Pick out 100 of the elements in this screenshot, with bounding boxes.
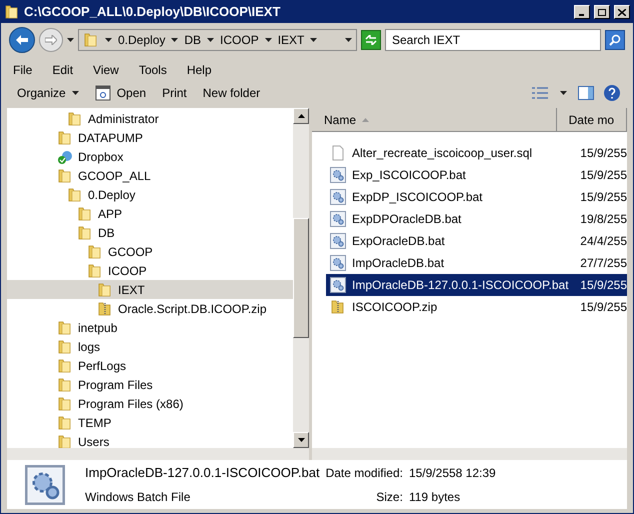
refresh-arrows-icon	[365, 35, 377, 45]
file-row[interactable]: ISCOICOOP.zip 15/9/255	[326, 296, 627, 318]
minimize-button[interactable]	[574, 5, 590, 19]
down-arrow-icon	[298, 438, 304, 442]
column-header[interactable]: Name	[312, 108, 557, 132]
right-arrow-icon	[45, 35, 57, 45]
horizontal-scrollbar[interactable]	[312, 448, 627, 460]
folder-icon	[57, 376, 73, 392]
file-date: 15/9/255	[580, 189, 627, 206]
tree-item[interactable]: Administrator	[7, 109, 293, 128]
gears-icon	[330, 277, 346, 293]
file-name: ExpDPOracleDB.bat	[352, 211, 462, 228]
tree-item[interactable]: 0.Deploy	[7, 185, 293, 204]
tree-item[interactable]: Program Files (x86)	[7, 394, 293, 413]
folder-icon	[97, 282, 113, 298]
column-header[interactable]: Date mo	[556, 108, 627, 132]
tree-item[interactable]: DB	[7, 223, 293, 242]
folder-icon	[4, 4, 20, 20]
tree-item[interactable]: Users	[7, 432, 293, 448]
tree-item[interactable]: PerfLogs	[7, 356, 293, 375]
file-date: 27/7/255	[580, 255, 627, 272]
tree-item[interactable]: Dropbox	[7, 147, 293, 166]
tree-item[interactable]: Program Files	[7, 375, 293, 394]
tree-item[interactable]: TEMP	[7, 413, 293, 432]
date-label: Date modified:	[326, 464, 403, 482]
folder-icon	[77, 206, 93, 222]
tree-item[interactable]: GCOOP	[7, 242, 293, 261]
menu-item[interactable]: View	[93, 61, 119, 79]
folder-icon	[57, 414, 73, 430]
search-field[interactable]: Search IEXT	[385, 29, 601, 51]
folder-icon	[57, 320, 73, 336]
file-row[interactable]: ExpDPOracleDB.bat 19/8/255	[326, 208, 627, 230]
file-row[interactable]: ExpDP_ISCOICOOP.bat 15/9/255	[326, 186, 627, 208]
file-row[interactable]: ImpOracleDB.bat 27/7/255	[326, 252, 627, 274]
vertical-scrollbar[interactable]	[293, 108, 309, 448]
size-value: 119 bytes	[408, 489, 462, 506]
window-icon	[94, 85, 111, 101]
close-button[interactable]	[614, 5, 630, 19]
help-button[interactable]	[601, 82, 623, 104]
tree-item[interactable]: IEXT	[7, 280, 293, 299]
menu-item[interactable]: File	[13, 61, 32, 79]
file-date: 15/9/255	[580, 167, 627, 184]
tree-item[interactable]: inetpub	[7, 318, 293, 337]
tree-item[interactable]: DATAPUMP	[7, 128, 293, 147]
toolbar-button[interactable]: New folder	[196, 82, 266, 104]
file-date: 15/9/255	[580, 145, 627, 162]
scroll-up-button[interactable]	[293, 108, 309, 124]
maximize-icon	[598, 8, 606, 16]
folder-icon	[57, 396, 73, 412]
tree-item[interactable]: GCOOP_ALL	[7, 166, 293, 185]
tree-item[interactable]: Oracle.Script.DB.ICOOP.zip	[7, 299, 293, 318]
scroll-down-button[interactable]	[293, 432, 309, 448]
folder-icon	[57, 434, 73, 448]
file-row[interactable]: Alter_recreate_iscoicoop_user.sql 15/9/255	[326, 142, 627, 164]
address-bar[interactable]: 0.Deploy DB ICOOP IEXT	[78, 29, 357, 51]
horizontal-scrollbar[interactable]	[7, 448, 309, 460]
toolbar-button[interactable]: Open	[88, 82, 152, 104]
caret-icon	[560, 91, 567, 95]
window-title: C:\GCOOP_ALL\0.Deploy\DB\ICOOP\IEXT	[24, 3, 282, 22]
address-dropdown-icon	[345, 38, 352, 42]
search-button[interactable]	[605, 30, 625, 50]
tree-item[interactable]: ICOOP	[7, 261, 293, 280]
file-row[interactable]: ImpOracleDB-127.0.0.1-ISCOICOOP.bat 15/9/255	[326, 274, 627, 296]
toolbar-button[interactable]: Print	[156, 82, 193, 104]
back-button[interactable]	[9, 27, 35, 53]
left-arrow-icon	[16, 35, 28, 45]
file-row[interactable]: Exp_ISCOICOOP.bat 15/9/255	[326, 164, 627, 186]
scrollbar-thumb[interactable]	[293, 218, 309, 338]
file-date: 19/8/255	[580, 211, 627, 228]
document-icon	[330, 145, 346, 161]
date-value: 15/9/2558 12:39	[408, 464, 496, 482]
synced-folder-icon	[57, 148, 73, 164]
file-name: ImpOracleDB-127.0.0.1-ISCOICOOP.bat	[352, 277, 569, 294]
file-date: 24/4/255	[580, 233, 627, 250]
toolbar-button[interactable]: Organize	[11, 82, 85, 104]
list-view-icon	[532, 86, 548, 100]
tree-item[interactable]: logs	[7, 337, 293, 356]
file-type: Windows Batch File	[85, 489, 192, 506]
tree-item[interactable]: APP	[7, 204, 293, 223]
menu-item[interactable]: Help	[186, 61, 212, 79]
gears-icon	[330, 255, 346, 271]
menu-item[interactable]: Tools	[138, 61, 167, 79]
file-date: 15/9/255	[580, 299, 627, 316]
help-icon	[603, 84, 621, 102]
file-row[interactable]: ExpOracleDB.bat 24/4/255	[326, 230, 627, 252]
maximize-button[interactable]	[594, 5, 610, 19]
caret-icon	[105, 38, 112, 42]
menu-item[interactable]: Edit	[52, 61, 74, 79]
file-name: ImpOracleDB.bat	[352, 255, 444, 272]
file-name: ImpOracleDB-127.0.0.1-ISCOICOOP.bat	[85, 464, 320, 482]
file-name: ISCOICOOP.zip	[352, 299, 438, 316]
gears-icon	[330, 167, 346, 183]
breadcrumb-item[interactable]: 0.Deploy	[118, 31, 166, 49]
refresh-button[interactable]	[361, 30, 381, 50]
folder-icon	[87, 262, 103, 278]
size-label: Size:	[375, 489, 403, 506]
file-name: Exp_ISCOICOOP.bat	[352, 167, 466, 184]
breadcrumb-item[interactable]: ICOOP	[220, 31, 259, 49]
breadcrumb-item[interactable]: DB	[184, 31, 202, 49]
breadcrumb-item[interactable]: IEXT	[278, 31, 304, 49]
